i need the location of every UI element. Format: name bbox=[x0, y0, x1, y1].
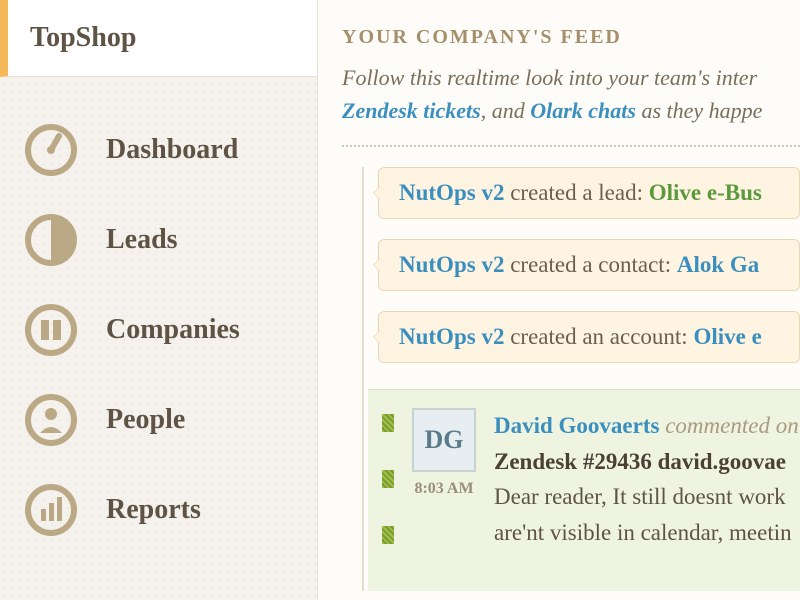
feed-sub-lead: Follow this realtime look into your team… bbox=[342, 65, 757, 90]
bars-icon bbox=[24, 483, 78, 537]
nav-item-people[interactable]: People bbox=[24, 375, 317, 465]
event-action: created an account: bbox=[504, 324, 693, 349]
brand-container: TopShop bbox=[0, 0, 317, 77]
nav-label: Dashboard bbox=[106, 134, 238, 166]
person-icon bbox=[24, 393, 78, 447]
event-action: created a lead: bbox=[504, 180, 648, 205]
feed-event[interactable]: NutOps v2 created a lead: Olive e-Bus bbox=[378, 167, 800, 219]
avatar: DG bbox=[412, 408, 476, 472]
nav-item-dashboard[interactable]: Dashboard bbox=[24, 105, 317, 195]
sidebar: TopShop Dashboard Leads Companies Peopl bbox=[0, 0, 318, 600]
comment-line: are'nt visible in calendar, meetin bbox=[494, 520, 792, 545]
nav-item-companies[interactable]: Companies bbox=[24, 285, 317, 375]
event-object: Alok Ga bbox=[677, 252, 759, 277]
feed-sub-mid: , and bbox=[481, 98, 531, 123]
event-object: Olive e bbox=[693, 324, 761, 349]
stamp-icon bbox=[382, 526, 394, 544]
feed-event[interactable]: NutOps v2 created a contact: Alok Ga bbox=[378, 239, 800, 291]
olark-link[interactable]: Olark chats bbox=[530, 98, 636, 123]
nav-label: Reports bbox=[106, 494, 201, 526]
timeline: NutOps v2 created a lead: Olive e-Bus Nu… bbox=[342, 167, 800, 591]
event-actor: NutOps v2 bbox=[399, 252, 504, 277]
event-action: created a contact: bbox=[504, 252, 676, 277]
nav-list: Dashboard Leads Companies People Reports bbox=[0, 105, 317, 555]
nav-item-leads[interactable]: Leads bbox=[24, 195, 317, 285]
event-actor: NutOps v2 bbox=[399, 324, 504, 349]
nav-item-reports[interactable]: Reports bbox=[24, 465, 317, 555]
nav-label: Companies bbox=[106, 314, 240, 346]
feed-sub-tail: as they happe bbox=[636, 98, 762, 123]
comment-line: Dear reader, It still doesnt work bbox=[494, 484, 786, 509]
comment-time: 8:03 AM bbox=[414, 480, 473, 498]
comment-author[interactable]: David Goovaerts bbox=[494, 413, 659, 438]
feed-subtitle: Follow this realtime look into your team… bbox=[342, 61, 800, 127]
divider bbox=[342, 145, 800, 147]
gauge-icon bbox=[24, 123, 78, 177]
zendesk-link[interactable]: Zendesk tickets bbox=[342, 98, 481, 123]
stamp-icon bbox=[382, 414, 394, 432]
pie-icon bbox=[24, 213, 78, 267]
feed-title: YOUR COMPANY'S FEED bbox=[342, 26, 800, 49]
event-actor: NutOps v2 bbox=[399, 180, 504, 205]
feed-event[interactable]: NutOps v2 created an account: Olive e bbox=[378, 311, 800, 363]
comment-ticket[interactable]: Zendesk #29436 david.goovae bbox=[494, 449, 786, 474]
stamp-icon bbox=[382, 470, 394, 488]
main-content: YOUR COMPANY'S FEED Follow this realtime… bbox=[318, 0, 800, 600]
building-icon bbox=[24, 303, 78, 357]
event-object: Olive e-Bus bbox=[649, 180, 762, 205]
nav-label: People bbox=[106, 404, 185, 436]
comment-body: David Goovaerts commented on Zendesk #29… bbox=[494, 408, 799, 551]
comment-meta: commented on bbox=[659, 413, 798, 438]
comment-card[interactable]: DG 8:03 AM David Goovaerts commented on … bbox=[368, 389, 800, 591]
avatar-column: DG 8:03 AM bbox=[412, 408, 476, 551]
nav-label: Leads bbox=[106, 224, 178, 256]
edge-stamps bbox=[382, 408, 394, 551]
brand-title[interactable]: TopShop bbox=[30, 22, 317, 54]
